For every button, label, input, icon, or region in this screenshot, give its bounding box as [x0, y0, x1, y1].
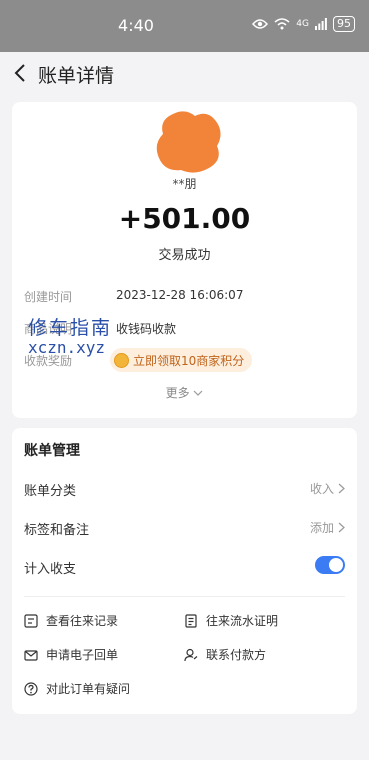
more-details-button[interactable]: 更多	[12, 384, 357, 401]
tags-notes-value: 添加	[309, 521, 334, 535]
contact-icon	[184, 648, 198, 661]
payer-name: **朋	[172, 177, 197, 191]
statement-proof-button[interactable]: 往来流水证明	[184, 612, 278, 629]
bill-category-row[interactable]: 账单分类 收入	[12, 470, 357, 506]
chevron-right-icon	[338, 483, 345, 494]
detail-value-product-desc: 收钱码收款	[116, 322, 177, 336]
count-in-budget-label: 计入收支	[24, 562, 77, 577]
signal-icon	[315, 18, 327, 30]
bill-category-label: 账单分类	[24, 484, 77, 499]
section-title-management: 账单管理	[24, 443, 80, 459]
wifi-icon	[274, 18, 290, 30]
order-question-button[interactable]: 对此订单有疑问	[24, 680, 130, 697]
toggle-knob	[329, 558, 343, 572]
tags-notes-row[interactable]: 标签和备注 添加	[12, 509, 357, 545]
watermark-line2: xczn.xyz	[28, 337, 106, 357]
status-icons: 4G 95	[252, 16, 355, 32]
coin-icon	[114, 352, 129, 368]
detail-value-created-time: 2023-12-28 16:06:07	[116, 288, 244, 302]
divider	[24, 596, 345, 597]
view-records-label: 查看往来记录	[46, 614, 119, 628]
tags-notes-label: 标签和备注	[24, 523, 90, 538]
transaction-amount: +501.00	[118, 202, 251, 235]
statement-icon	[185, 613, 197, 628]
status-bar: 4:40 4G 95	[0, 0, 369, 52]
question-icon	[24, 681, 38, 696]
more-label: 更多	[165, 386, 190, 400]
battery-icon: 95	[333, 16, 355, 32]
reward-claim-button[interactable]: 立即领取10商家积分	[110, 348, 253, 372]
eye-icon	[252, 19, 269, 29]
watermark: 修车指南 xczn.xyz	[28, 318, 112, 356]
detail-label-created-time: 创建时间	[24, 290, 73, 304]
status-time: 4:40	[118, 16, 154, 35]
contact-payer-button[interactable]: 联系付款方	[184, 646, 266, 663]
watermark-line1: 修车指南	[28, 317, 113, 339]
count-in-budget-toggle[interactable]	[315, 556, 345, 574]
back-arrow-icon[interactable]	[10, 62, 32, 84]
order-question-label: 对此订单有疑问	[46, 682, 131, 696]
page-title: 账单详情	[38, 65, 115, 87]
reward-claim-label: 立即领取10商家积分	[133, 353, 245, 368]
nav-header: 账单详情	[0, 52, 369, 96]
transaction-card: **朋 +501.00 交易成功 创建时间 2023-12-28 16:06:0…	[12, 102, 357, 418]
avatar	[156, 111, 221, 173]
network-label: 4G	[296, 19, 309, 29]
record-icon	[24, 613, 38, 628]
e-receipt-button[interactable]: 申请电子回单	[24, 646, 118, 663]
statement-proof-label: 往来流水证明	[206, 614, 279, 628]
tags-notes-value-wrap: 添加	[310, 519, 345, 536]
view-records-button[interactable]: 查看往来记录	[24, 612, 118, 629]
bill-category-value-wrap: 收入	[310, 480, 345, 497]
mail-icon	[24, 649, 38, 661]
e-receipt-label: 申请电子回单	[46, 648, 119, 662]
chevron-down-icon	[193, 390, 203, 396]
transaction-status: 交易成功	[158, 248, 211, 263]
bill-category-value: 收入	[309, 482, 334, 496]
bill-management-card: 账单管理 账单分类 收入 标签和备注 添加 计入收支 查看往来记录 往来流水证明…	[12, 428, 357, 714]
contact-payer-label: 联系付款方	[206, 648, 267, 662]
chevron-right-icon	[338, 522, 345, 533]
count-in-budget-row: 计入收支	[12, 548, 357, 584]
